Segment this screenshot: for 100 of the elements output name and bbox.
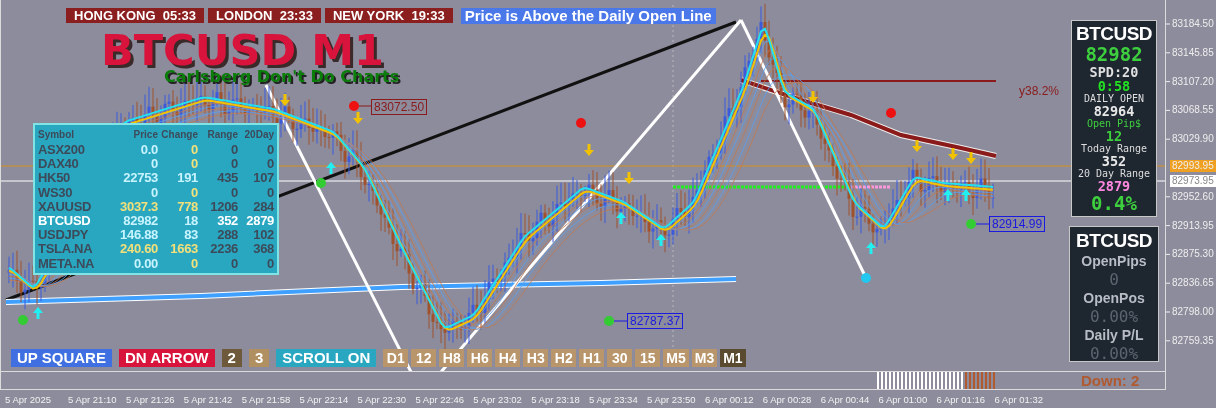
session-clock: LONDON 23:33: [208, 8, 321, 23]
price-axis-label: 82798.00: [1171, 306, 1215, 318]
time-axis-label: 6 Apr 00:12: [704, 393, 754, 407]
up-arrow-icon: [616, 212, 626, 224]
info-text: 82964: [1092, 104, 1136, 118]
table-cell-text: 0: [266, 143, 274, 158]
timeframe-button[interactable]: H2: [551, 349, 577, 367]
signal-dot: [316, 178, 326, 188]
position-text: BTCUSD: [1074, 230, 1154, 252]
timeframe-button[interactable]: M1: [720, 349, 746, 367]
signal-dot: [966, 219, 976, 229]
table-cell-text: 368: [252, 242, 274, 257]
table-cell-text: 2879: [245, 214, 274, 229]
time-axis-label: 5 Apr 21:42: [183, 393, 233, 407]
table-cell-text: TSLA.NA: [38, 242, 94, 257]
position-text: 0.00%: [1088, 307, 1140, 326]
position-text: Daily P/L: [1083, 326, 1145, 344]
table-cell-text: META.NA: [38, 256, 96, 271]
time-axis-label: 5 Apr 23:34: [589, 393, 638, 407]
time-axis-label: 6 Apr 00:44: [820, 393, 870, 407]
timeframe-button[interactable]: M3: [691, 349, 718, 367]
time-axis-label: 6 Apr 01:00: [878, 393, 928, 407]
down-arrow-icon: [624, 172, 634, 184]
position-text: OpenPos: [1082, 289, 1146, 307]
info-text: 2879: [1097, 179, 1131, 193]
signal-dot: [18, 315, 28, 325]
time-axis-label: 6 Apr 01:16: [936, 393, 986, 407]
time-axis-label: 5 Apr 21:10: [68, 393, 117, 407]
down-arrow-icon: [948, 148, 958, 160]
column-header: Symbol: [38, 128, 76, 142]
timeframe-button[interactable]: D1: [383, 349, 409, 367]
status-banner: Price is Above the Daily Open Line: [460, 8, 716, 24]
toolbar-button[interactable]: 3: [248, 349, 270, 367]
down-arrow-icon: [808, 91, 818, 103]
time-axis-label: 5 Apr 22:30: [357, 393, 407, 407]
table-cell-text: 0: [150, 185, 158, 200]
column-header: Price: [132, 128, 158, 142]
toolbar-button[interactable]: DN ARROW: [118, 349, 215, 367]
session-clock: HONG KONG 05:33: [66, 8, 205, 23]
timeframe-button[interactable]: H6: [467, 349, 493, 367]
price-axis-label: 82952.60: [1171, 190, 1215, 203]
up-arrow-icon: [326, 162, 336, 174]
up-arrow-icon: [656, 234, 666, 246]
table-cell-text: 0: [190, 185, 198, 200]
signal-dot: [349, 101, 359, 111]
signal-dot: [861, 273, 871, 283]
table-cell-text: USDJPY: [38, 228, 90, 243]
table-cell-text: 82982: [122, 214, 158, 229]
column-header: Range: [206, 128, 238, 142]
timeframe-button[interactable]: H4: [495, 349, 521, 367]
table-cell-text: 0: [190, 143, 198, 158]
time-axis-label: 6 Apr 00:28: [762, 393, 812, 407]
histogram-label: Down: 2: [1081, 372, 1140, 389]
table-cell-text: 0: [150, 157, 158, 172]
table-cell-text: 284: [252, 199, 274, 214]
timeframe-button[interactable]: 12: [411, 349, 437, 367]
down-arrow-icon: [584, 144, 594, 156]
price-axis-label: 82993.95: [1170, 160, 1216, 172]
timeframe-button[interactable]: H3: [523, 349, 549, 367]
table-cell-text: 240.60: [119, 242, 158, 257]
timeframe-button[interactable]: H8: [439, 349, 465, 367]
toolbar-button[interactable]: SCROLL ON: [276, 349, 377, 367]
price-axis-label: 82836.65: [1171, 277, 1215, 290]
position-text: 0: [1108, 270, 1120, 289]
info-text: 0:58: [1096, 79, 1132, 93]
info-text: BTCUSD: [1074, 23, 1154, 44]
table-cell-text: 0: [266, 185, 274, 200]
info-text: 352: [1101, 154, 1127, 168]
time-axis-label: 5 Apr 23:50: [647, 393, 696, 407]
table-cell-text: 0: [230, 185, 238, 200]
time-axis-label: 6 Apr 01:32: [994, 393, 1043, 407]
price-label: 82787.37: [627, 313, 684, 329]
timeframe-button[interactable]: M5: [663, 349, 689, 367]
table-cell-text: 288: [216, 228, 238, 243]
info-text: SPD:20: [1088, 65, 1140, 79]
price-label: 82914.99: [989, 216, 1046, 232]
table-cell-text: 435: [216, 171, 238, 186]
timeframe-button[interactable]: 30: [607, 349, 633, 367]
table-cell-text: 18: [183, 214, 198, 229]
toolbar-button[interactable]: UP SQUARE: [11, 349, 112, 367]
timeframe-button[interactable]: 15: [635, 349, 661, 367]
price-label: 83072.50: [371, 99, 428, 115]
timeframe-button[interactable]: H1: [579, 349, 605, 367]
table-cell-text: 778: [176, 199, 198, 214]
time-axis-label: 5 Apr 23:18: [531, 393, 580, 407]
up-arrow-icon: [961, 189, 971, 201]
position-text: OpenPips: [1080, 252, 1148, 270]
price-axis-label: 82973.95: [1170, 174, 1216, 187]
toolbar-button[interactable]: 2: [221, 349, 242, 367]
fibonacci-label: y38.2%: [1019, 83, 1060, 100]
info-text: Today Range: [1079, 143, 1149, 154]
table-cell-text: DAX40: [38, 157, 80, 172]
down-arrow-icon: [353, 112, 363, 124]
table-cell-text: ASX200: [38, 143, 86, 158]
price-axis-label: 83107.20: [1171, 75, 1215, 88]
table-cell-text: 107: [252, 171, 274, 186]
down-arrow-icon: [280, 94, 290, 106]
signal-dot: [604, 316, 614, 326]
up-arrow-icon: [943, 189, 953, 201]
table-cell-text: 22753: [122, 171, 158, 186]
